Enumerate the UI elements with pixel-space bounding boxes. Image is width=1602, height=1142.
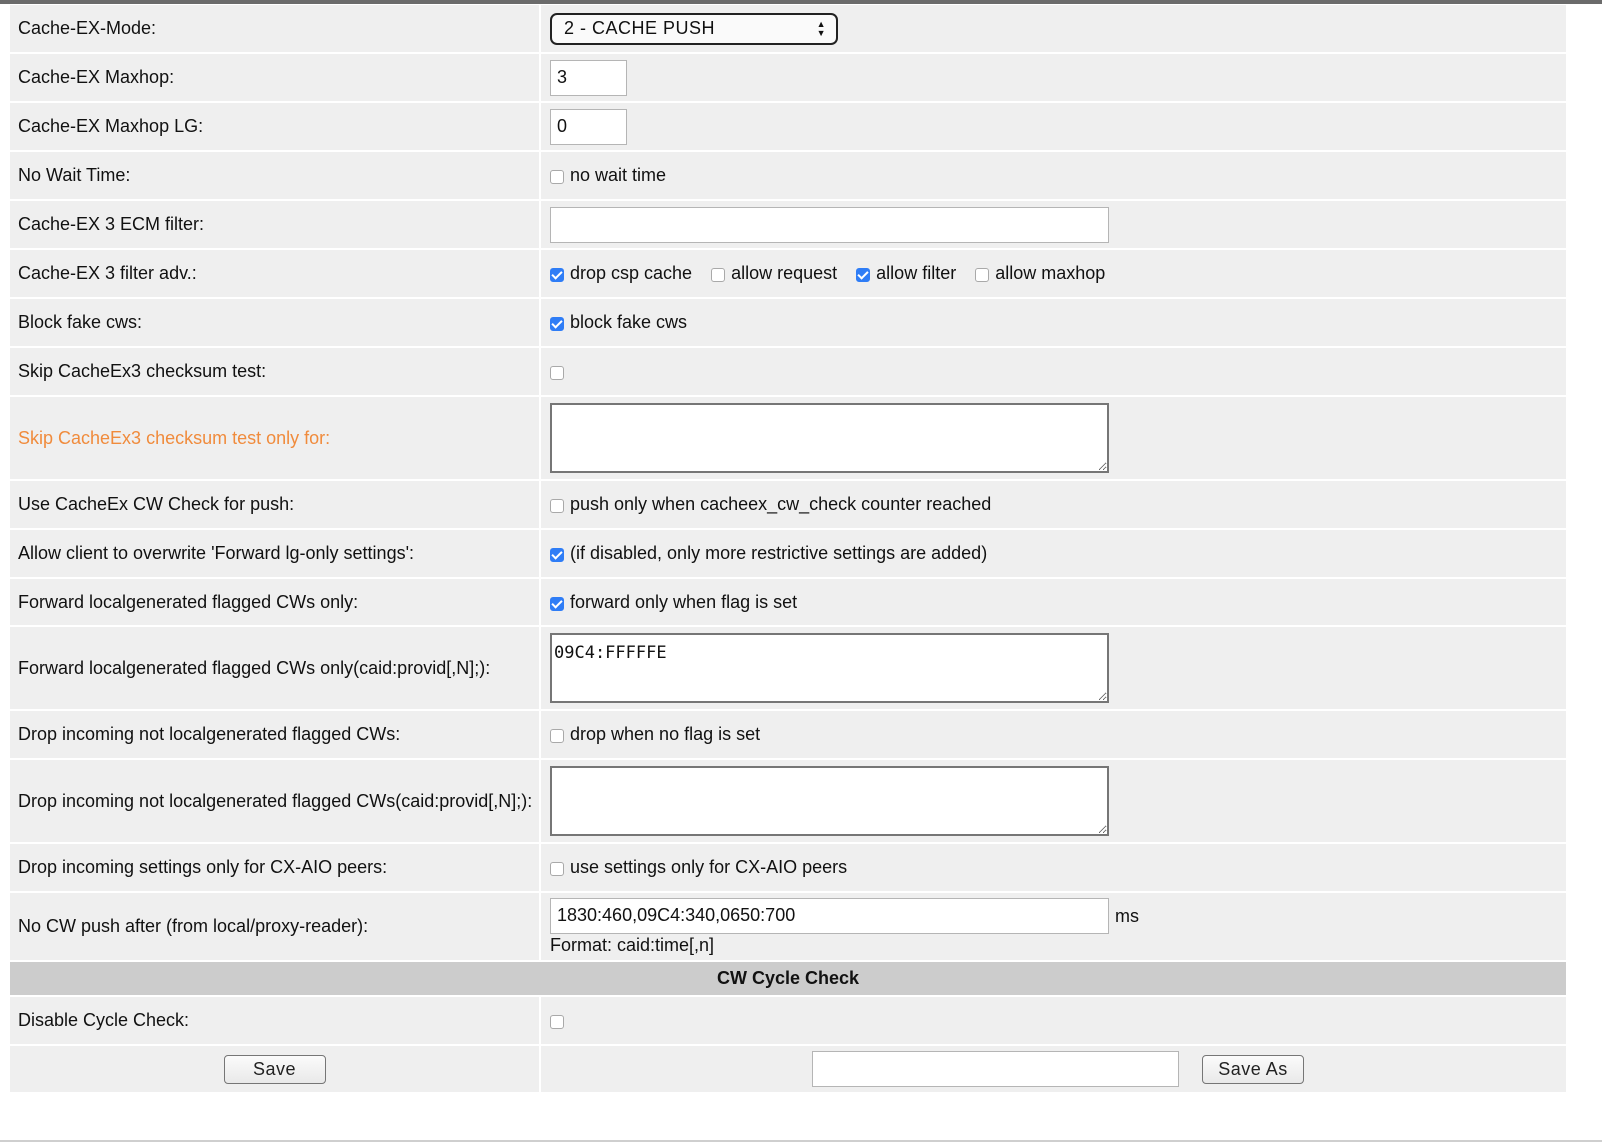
save-as-button[interactable]: Save As bbox=[1202, 1054, 1304, 1084]
no-wait-label: No Wait Time: bbox=[10, 151, 541, 201]
row-cacheex-mode: Cache-EX-Mode: 2 - CACHE PUSH ▲ ▼ bbox=[10, 5, 1566, 54]
maxhop-label: Cache-EX Maxhop: bbox=[10, 53, 541, 103]
block-fake-label: Block fake cws: bbox=[10, 298, 541, 348]
no-push-after-unit: ms bbox=[1115, 905, 1139, 926]
filter-adv-option: allow filter bbox=[856, 263, 956, 283]
forward-lg-caid-textarea[interactable]: 09C4:FFFFFE bbox=[550, 633, 1109, 703]
filter-adv-option: drop csp cache bbox=[550, 263, 692, 283]
allow-maxhop-label: allow maxhop bbox=[995, 263, 1106, 283]
cacheex-mode-select[interactable]: 2 - CACHE PUSH ▲ ▼ bbox=[550, 12, 838, 45]
row-drop-not-lg: Drop incoming not localgenerated flagged… bbox=[10, 710, 1566, 760]
maxhop-lg-label: Cache-EX Maxhop LG: bbox=[10, 102, 541, 152]
skip-checksum-only-textarea[interactable] bbox=[550, 403, 1109, 473]
row-no-wait: No Wait Time: no wait time bbox=[10, 151, 1566, 201]
filter-adv-label: Cache-EX 3 filter adv.: bbox=[10, 249, 541, 299]
row-filter-adv: Cache-EX 3 filter adv.: drop csp cache a… bbox=[10, 249, 1566, 299]
drop-not-lg-checkbox[interactable] bbox=[550, 729, 564, 743]
cw-check-push-label: Use CacheEx CW Check for push: bbox=[10, 480, 541, 530]
maxhop-input[interactable] bbox=[550, 59, 627, 96]
no-wait-checkbox[interactable] bbox=[550, 170, 564, 184]
row-allow-overwrite: Allow client to overwrite 'Forward lg-on… bbox=[10, 529, 1566, 579]
row-maxhop: Cache-EX Maxhop: bbox=[10, 53, 1566, 103]
row-no-push-after: No CW push after (from local/proxy-reade… bbox=[10, 892, 1566, 962]
skip-checksum-checkbox[interactable] bbox=[550, 366, 564, 380]
cw-check-push-checkbox[interactable] bbox=[550, 499, 564, 513]
disable-cycle-label: Disable Cycle Check: bbox=[10, 996, 541, 1046]
row-forward-lg-caid: Forward localgenerated flagged CWs only(… bbox=[10, 626, 1566, 711]
row-maxhop-lg: Cache-EX Maxhop LG: bbox=[10, 102, 1566, 152]
block-fake-checkbox[interactable] bbox=[550, 317, 564, 331]
forward-lg-caid-label: Forward localgenerated flagged CWs only(… bbox=[10, 626, 541, 711]
allow-filter-label: allow filter bbox=[876, 263, 957, 283]
drop-not-lg-checkbox-label: drop when no flag is set bbox=[570, 724, 761, 744]
cacheex-mode-value: 2 - CACHE PUSH bbox=[564, 18, 716, 38]
forward-lg-only-checkbox[interactable] bbox=[550, 596, 564, 611]
cacheex-mode-label: Cache-EX-Mode: bbox=[10, 5, 541, 54]
row-save: Save Save As bbox=[10, 1045, 1566, 1094]
row-disable-cycle: Disable Cycle Check: bbox=[10, 996, 1566, 1046]
forward-lg-only-label: Forward localgenerated flagged CWs only: bbox=[10, 578, 541, 627]
forward-lg-only-checkbox-label: forward only when flag is set bbox=[570, 591, 798, 612]
save-as-name-input[interactable] bbox=[811, 1051, 1179, 1087]
row-skip-checksum: Skip CacheEx3 checksum test: bbox=[10, 347, 1566, 397]
row-drop-not-lg-caid: Drop incoming not localgenerated flagged… bbox=[10, 759, 1566, 844]
block-fake-checkbox-label: block fake cws bbox=[570, 312, 688, 332]
row-ecm-filter: Cache-EX 3 ECM filter: bbox=[10, 200, 1566, 250]
filter-adv-option: allow maxhop bbox=[975, 263, 1105, 283]
no-push-after-input[interactable] bbox=[550, 897, 1109, 934]
allow-request-label: allow request bbox=[731, 263, 838, 283]
skip-checksum-only-label: Skip CacheEx3 checksum test only for: bbox=[10, 396, 541, 481]
row-drop-cxaio: Drop incoming settings only for CX-AIO p… bbox=[10, 843, 1566, 893]
top-border bbox=[0, 0, 1602, 4]
save-button[interactable]: Save bbox=[223, 1054, 326, 1084]
allow-overwrite-checkbox[interactable] bbox=[550, 548, 564, 562]
ecm-filter-label: Cache-EX 3 ECM filter: bbox=[10, 200, 541, 250]
allow-overwrite-label: Allow client to overwrite 'Forward lg-on… bbox=[10, 529, 541, 579]
drop-not-lg-caid-textarea[interactable] bbox=[550, 766, 1109, 836]
filter-adv-option: allow request bbox=[711, 263, 837, 283]
drop-cxaio-label: Drop incoming settings only for CX-AIO p… bbox=[10, 843, 541, 893]
drop-not-lg-caid-label: Drop incoming not localgenerated flagged… bbox=[10, 759, 541, 844]
allow-filter-checkbox[interactable] bbox=[856, 268, 871, 282]
row-skip-checksum-only: Skip CacheEx3 checksum test only for: bbox=[10, 396, 1566, 481]
allow-overwrite-checkbox-label: (if disabled, only more restrictive sett… bbox=[570, 543, 988, 563]
section-header-row: CW Cycle Check bbox=[10, 961, 1566, 997]
row-block-fake: Block fake cws: block fake cws bbox=[10, 298, 1566, 348]
drop-not-lg-label: Drop incoming not localgenerated flagged… bbox=[10, 710, 541, 760]
no-push-after-label: No CW push after (from local/proxy-reade… bbox=[10, 892, 541, 962]
skip-checksum-label: Skip CacheEx3 checksum test: bbox=[10, 347, 541, 397]
select-arrows-icon: ▲ ▼ bbox=[816, 18, 826, 38]
allow-request-checkbox[interactable] bbox=[711, 268, 726, 282]
no-wait-checkbox-label: no wait time bbox=[570, 165, 667, 185]
disable-cycle-checkbox[interactable] bbox=[550, 1015, 564, 1029]
cw-check-push-checkbox-label: push only when cacheex_cw_check counter … bbox=[570, 494, 992, 514]
drop-cxaio-checkbox[interactable] bbox=[550, 862, 564, 876]
row-cw-check-push: Use CacheEx CW Check for push: push only… bbox=[10, 480, 1566, 530]
drop-cxaio-checkbox-label: use settings only for CX-AIO peers bbox=[570, 857, 848, 877]
maxhop-lg-input[interactable] bbox=[550, 108, 627, 145]
no-push-after-format-hint: Format: caid:time[,n] bbox=[550, 934, 715, 955]
drop-csp-cache-label: drop csp cache bbox=[570, 263, 693, 283]
row-forward-lg-only: Forward localgenerated flagged CWs only:… bbox=[10, 578, 1566, 627]
cacheex-settings-table: Cache-EX-Mode: 2 - CACHE PUSH ▲ ▼ Cache-E… bbox=[10, 5, 1566, 1094]
cw-cycle-check-heading: CW Cycle Check bbox=[10, 961, 1566, 997]
ecm-filter-input[interactable] bbox=[550, 206, 1109, 243]
drop-csp-cache-checkbox[interactable] bbox=[550, 268, 564, 282]
allow-maxhop-checkbox[interactable] bbox=[975, 268, 990, 282]
